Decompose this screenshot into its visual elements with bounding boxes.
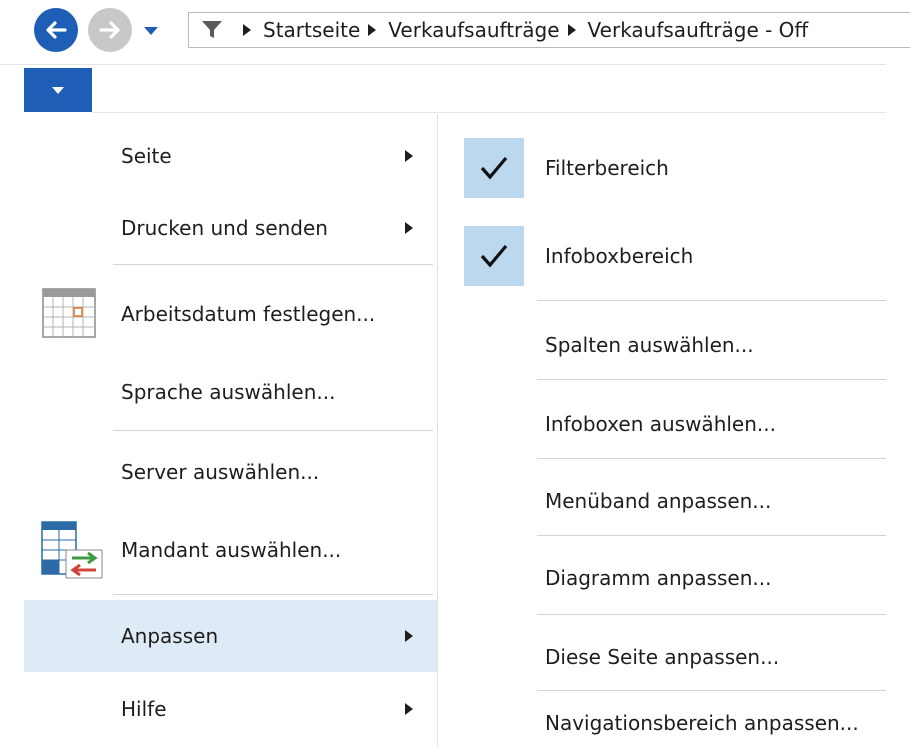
checkbox-infoboxbereich[interactable]	[464, 226, 524, 286]
menu-item-seite[interactable]: Seite	[24, 118, 437, 194]
submenu-item-navigationsbereich-anpassen[interactable]: Navigationsbereich anpassen...	[438, 691, 888, 746]
breadcrumb-current-page[interactable]: Verkaufsaufträge - Off	[588, 18, 809, 42]
arrow-left-icon	[46, 21, 67, 39]
checkmark-icon	[480, 244, 508, 268]
breadcrumb-startseite[interactable]: Startseite	[263, 18, 360, 42]
menu-item-server-auswaehlen[interactable]: Server auswählen...	[24, 434, 437, 510]
submenu-item-label: Spalten auswählen...	[545, 333, 754, 357]
anpassen-submenu: Filterbereich Infoboxbereich Spalten aus…	[438, 114, 910, 746]
menu-separator	[113, 594, 433, 595]
breadcrumb-separator-icon	[566, 24, 578, 36]
menu-item-mandant-auswaehlen[interactable]: Mandant auswählen...	[24, 510, 437, 590]
filter-icon[interactable]	[201, 19, 225, 41]
menu-item-label: Arbeitsdatum festlegen...	[121, 302, 376, 326]
header-divider	[0, 64, 886, 65]
submenu-item-label: Infoboxen auswählen...	[545, 412, 776, 436]
app-menu-button[interactable]	[24, 68, 92, 112]
chevron-down-icon	[52, 86, 64, 94]
menu-item-anpassen[interactable]: Anpassen	[24, 600, 437, 672]
menu-item-label: Seite	[121, 144, 172, 168]
menu-item-arbeitsdatum-festlegen[interactable]: Arbeitsdatum festlegen...	[24, 274, 437, 354]
menu-item-sprache-auswaehlen[interactable]: Sprache auswählen...	[24, 354, 437, 430]
arrow-right-icon	[99, 21, 120, 39]
breadcrumb-separator-icon	[241, 24, 253, 36]
submenu-arrow-icon	[405, 150, 413, 162]
submenu-arrow-icon	[405, 222, 413, 234]
chevron-down-icon	[144, 27, 158, 35]
menu-item-label: Anpassen	[121, 624, 219, 648]
submenu-item-label: Menüband anpassen...	[545, 489, 772, 513]
submenu-item-spalten-auswaehlen[interactable]: Spalten auswählen...	[438, 301, 888, 379]
checkmark-icon	[480, 156, 508, 180]
menu-item-label: Hilfe	[121, 697, 167, 721]
submenu-item-filterbereich[interactable]: Filterbereich	[438, 134, 888, 204]
submenu-item-label: Navigationsbereich anpassen...	[545, 711, 859, 735]
menu-item-label: Mandant auswählen...	[121, 538, 342, 562]
menu-item-label: Server auswählen...	[121, 460, 320, 484]
submenu-item-menueband-anpassen[interactable]: Menüband anpassen...	[438, 459, 888, 537]
forward-button[interactable]	[88, 8, 132, 52]
menu-item-label: Sprache auswählen...	[121, 380, 336, 404]
menu-item-label: Drucken und senden	[121, 216, 328, 240]
submenu-item-diese-seite-anpassen[interactable]: Diese Seite anpassen...	[438, 615, 888, 693]
company-switch-icon	[41, 521, 103, 579]
submenu-item-infoboxen-auswaehlen[interactable]: Infoboxen auswählen...	[438, 380, 888, 458]
submenu-item-diagramm-anpassen[interactable]: Diagramm anpassen...	[438, 536, 888, 614]
ribbon-divider	[92, 112, 886, 113]
breadcrumb-verkaufsauftraege[interactable]: Verkaufsaufträge	[388, 18, 559, 42]
menu-separator	[113, 264, 433, 265]
submenu-item-infoboxbereich[interactable]: Infoboxbereich	[438, 222, 888, 292]
calendar-icon	[42, 288, 96, 338]
address-bar[interactable]: Startseite Verkaufsaufträge Verkaufsauft…	[188, 12, 910, 48]
history-dropdown[interactable]	[142, 24, 160, 38]
submenu-item-label: Filterbereich	[545, 156, 669, 180]
submenu-item-label: Diagramm anpassen...	[545, 566, 772, 590]
menu-item-drucken-und-senden[interactable]: Drucken und senden	[24, 194, 437, 262]
checkbox-filterbereich[interactable]	[464, 138, 524, 198]
submenu-arrow-icon	[405, 630, 413, 642]
menu-item-hilfe[interactable]: Hilfe	[24, 672, 437, 746]
submenu-arrow-icon	[405, 703, 413, 715]
back-button[interactable]	[34, 8, 78, 52]
submenu-item-label: Infoboxbereich	[545, 244, 694, 268]
submenu-item-label: Diese Seite anpassen...	[545, 645, 780, 669]
app-menu-panel: Seite Drucken und senden Arbeitsdatum fe…	[24, 114, 437, 746]
breadcrumb-separator-icon	[366, 24, 378, 36]
menu-separator	[113, 430, 433, 431]
